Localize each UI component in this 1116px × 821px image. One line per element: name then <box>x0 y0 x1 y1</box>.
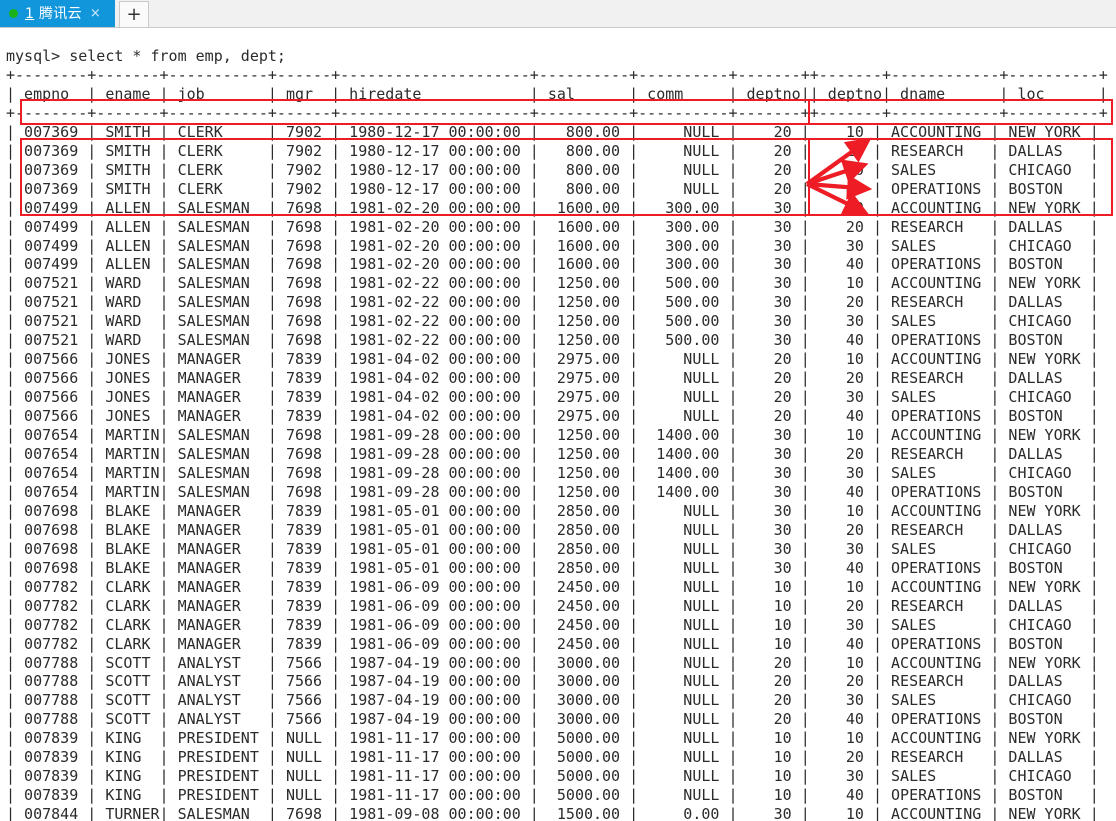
close-icon[interactable]: × <box>90 7 101 20</box>
terminal-output-area[interactable]: mysql> select * from emp, dept; +-------… <box>0 28 1116 821</box>
browser-tab-bar: 1 腾讯云 × + <box>0 0 1116 28</box>
mysql-result-text: mysql> select * from emp, dept; +-------… <box>6 47 1108 821</box>
new-tab-button[interactable]: + <box>119 1 149 27</box>
tab-label: 1 腾讯云 <box>25 6 82 22</box>
status-dot-icon <box>9 8 18 18</box>
tab-tencent-cloud[interactable]: 1 腾讯云 × <box>0 0 115 27</box>
watermark-text: CSDN @搬砖狗( <box>862 816 1001 821</box>
